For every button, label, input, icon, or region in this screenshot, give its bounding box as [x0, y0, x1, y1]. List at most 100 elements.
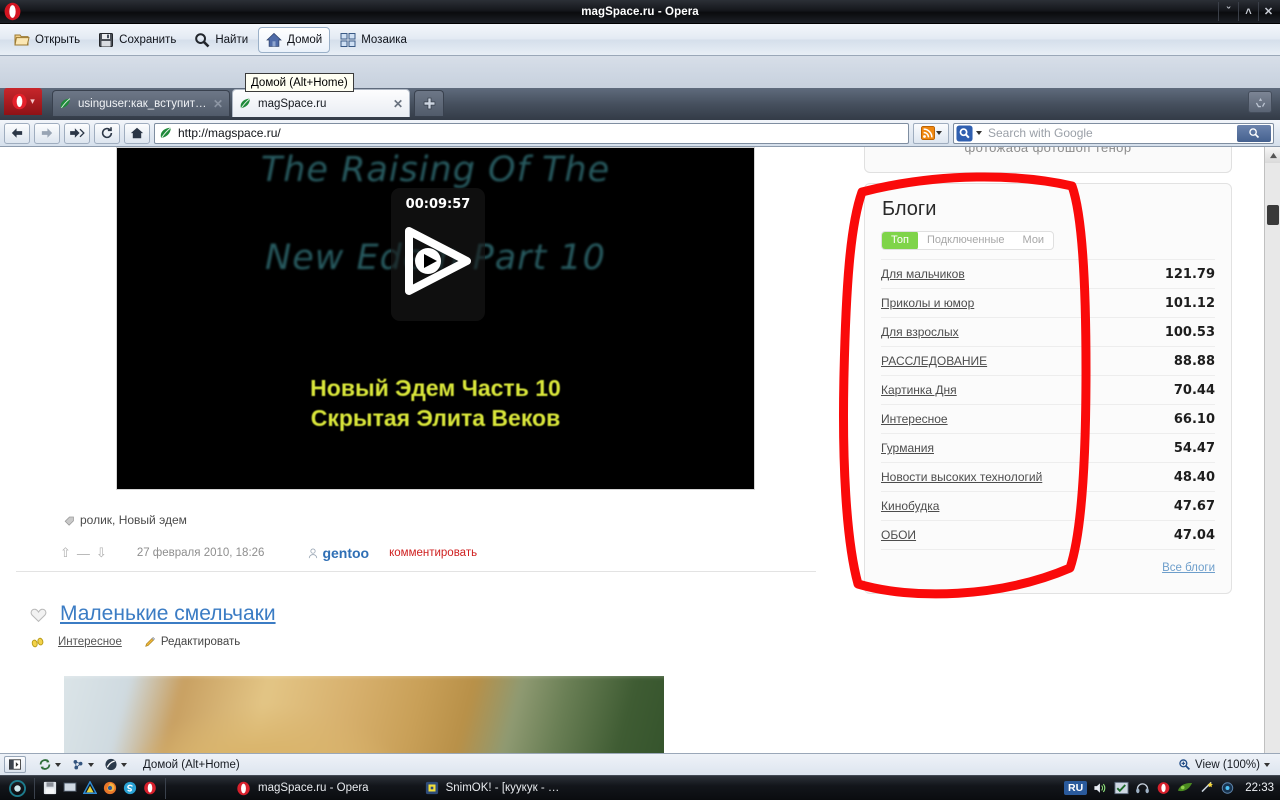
taskbar-clock[interactable]: 22:33: [1241, 782, 1274, 794]
blog-row: Новости высоких технологий 48.40: [881, 462, 1215, 491]
plus-icon: [423, 97, 435, 110]
nvidia-icon[interactable]: [1177, 781, 1193, 795]
video-player[interactable]: The Raising Of The New Edem Part 10 Новы…: [116, 147, 755, 490]
volume-icon[interactable]: [1093, 781, 1108, 795]
chevron-down-icon[interactable]: [88, 762, 94, 767]
toolbar-button-find[interactable]: Найти: [186, 27, 256, 53]
toolbar-button-open[interactable]: Открыть: [6, 27, 88, 53]
restore-button[interactable]: ˄: [1238, 2, 1258, 21]
bookmarks-icon: [73, 760, 83, 770]
bookmarks-button[interactable]: [71, 758, 94, 771]
video-play-overlay[interactable]: 00:09:57: [391, 188, 485, 321]
video-caption-line2: Скрытая Элита Веков: [310, 405, 561, 431]
opera-icon: [237, 781, 250, 795]
taskbar-item-snimok[interactable]: SnimOK! - [куукук - …: [415, 776, 570, 800]
sync-button[interactable]: [38, 758, 61, 771]
blog-name-link[interactable]: ОБОИ: [881, 528, 916, 542]
blog-rating: 88.88: [1173, 353, 1215, 369]
search-submit-button[interactable]: [1237, 124, 1271, 142]
minimize-button[interactable]: ˇ: [1218, 2, 1238, 21]
blog-name-link[interactable]: РАССЛЕДОВАНИЕ: [881, 354, 987, 368]
chevron-down-icon[interactable]: [976, 131, 982, 135]
play-icon[interactable]: [403, 226, 473, 296]
tab-close-icon[interactable]: ✕: [213, 97, 223, 111]
search-field[interactable]: Search with Google: [953, 122, 1274, 144]
blog-name-link[interactable]: Приколы и юмор: [881, 296, 974, 310]
post-comment-link[interactable]: комментировать: [389, 547, 477, 559]
blog-name-link[interactable]: Картинка Дня: [881, 383, 957, 397]
blogs-tab-top[interactable]: Топ: [882, 232, 918, 249]
toolbar-button-home[interactable]: Домой: [258, 26, 331, 53]
post-tags-text[interactable]: ролик, Новый эдем: [80, 513, 187, 527]
back-button[interactable]: [4, 122, 30, 144]
zoom-control[interactable]: View (100%): [1178, 758, 1276, 771]
panels-toggle-button[interactable]: [4, 756, 26, 773]
opera-tray-icon[interactable]: [1156, 781, 1171, 795]
fast-forward-button[interactable]: [64, 122, 90, 144]
post-title-link[interactable]: Маленькие смельчаки: [60, 602, 276, 626]
skype-icon[interactable]: [123, 781, 137, 795]
magic-icon[interactable]: [1199, 781, 1214, 795]
window-controls: ˇ ˄ ✕: [1218, 2, 1278, 21]
blog-name-link[interactable]: Новости высоких технологий: [881, 470, 1042, 484]
post-photo[interactable]: [64, 676, 664, 753]
tab-close-icon[interactable]: ✕: [393, 97, 403, 111]
blog-name-link[interactable]: Для взрослых: [881, 325, 959, 339]
opera-link-button[interactable]: [104, 758, 127, 771]
opera-menu-button[interactable]: ▾: [4, 88, 42, 115]
reload-button[interactable]: [94, 122, 120, 144]
heart-icon[interactable]: [30, 607, 47, 623]
blog-name-link[interactable]: Для мальчиков: [881, 267, 965, 281]
home-button[interactable]: [124, 122, 150, 144]
blogs-tab-mine[interactable]: Мои: [1014, 232, 1054, 249]
post-edit-link[interactable]: Редактировать: [144, 636, 240, 648]
tab-label: usinguser:как_вступит…: [78, 97, 207, 110]
new-tab-button[interactable]: [414, 90, 444, 116]
forward-icon: [41, 128, 53, 138]
blogs-tab-connected[interactable]: Подключенные: [918, 232, 1014, 249]
close-button[interactable]: ✕: [1258, 2, 1278, 21]
forward-button[interactable]: [34, 122, 60, 144]
post-category-link[interactable]: Интересное: [58, 636, 122, 648]
search-input[interactable]: Search with Google: [985, 126, 1234, 140]
blog-name-link[interactable]: Кинобудка: [881, 499, 939, 513]
firefox-icon[interactable]: [103, 781, 117, 795]
rss-icon: [920, 126, 935, 140]
power-icon[interactable]: [1220, 781, 1235, 795]
start-button[interactable]: [0, 776, 34, 800]
all-blogs-link[interactable]: Все блоги: [1162, 562, 1215, 574]
scrollbar-thumb[interactable]: [1267, 205, 1279, 225]
scroll-up-button[interactable]: [1265, 147, 1280, 163]
post-photo-image: [64, 676, 664, 753]
address-input[interactable]: http://magspace.ru/: [154, 122, 909, 144]
post-author[interactable]: gentoo: [308, 545, 369, 561]
shield-icon[interactable]: [1114, 781, 1129, 795]
winamp-icon[interactable]: [83, 781, 97, 795]
trash-button[interactable]: [1248, 91, 1272, 113]
tab-usinguser[interactable]: usinguser:как_вступит… ✕: [52, 90, 230, 116]
page-scrollbar[interactable]: [1264, 147, 1280, 753]
blog-name-link[interactable]: Гурмания: [881, 441, 934, 455]
vote-up-icon[interactable]: ⇧: [60, 545, 71, 561]
blog-rating: 48.40: [1173, 469, 1215, 485]
taskbar-item-opera[interactable]: magSpace.ru - Opera: [226, 776, 379, 800]
magspace-favicon-icon: [60, 98, 71, 109]
chevron-down-icon[interactable]: [121, 762, 127, 767]
desktop-icon[interactable]: [63, 781, 77, 795]
rss-button[interactable]: [913, 122, 949, 144]
tab-magspace[interactable]: magSpace.ru ✕: [232, 89, 410, 117]
tagcloud-text[interactable]: фотожаба фотошоп тенор: [865, 147, 1231, 155]
chevron-down-icon[interactable]: [1264, 762, 1270, 767]
blogs-title: Блоги: [882, 198, 937, 220]
language-indicator[interactable]: RU: [1064, 781, 1088, 795]
floppy-icon[interactable]: [43, 781, 57, 795]
opera-icon[interactable]: [143, 781, 157, 795]
toolbar-button-tile[interactable]: Мозаика: [332, 27, 415, 53]
chevron-down-icon[interactable]: [55, 762, 61, 767]
vote-down-icon[interactable]: ⇩: [96, 545, 107, 561]
blog-name-link[interactable]: Интересное: [881, 412, 948, 426]
chevron-down-icon[interactable]: [935, 131, 942, 135]
headphones-icon[interactable]: [1135, 781, 1150, 795]
video-caption-line1: Новый Эдем Часть 10: [310, 375, 561, 401]
toolbar-button-save[interactable]: Сохранить: [90, 27, 184, 53]
